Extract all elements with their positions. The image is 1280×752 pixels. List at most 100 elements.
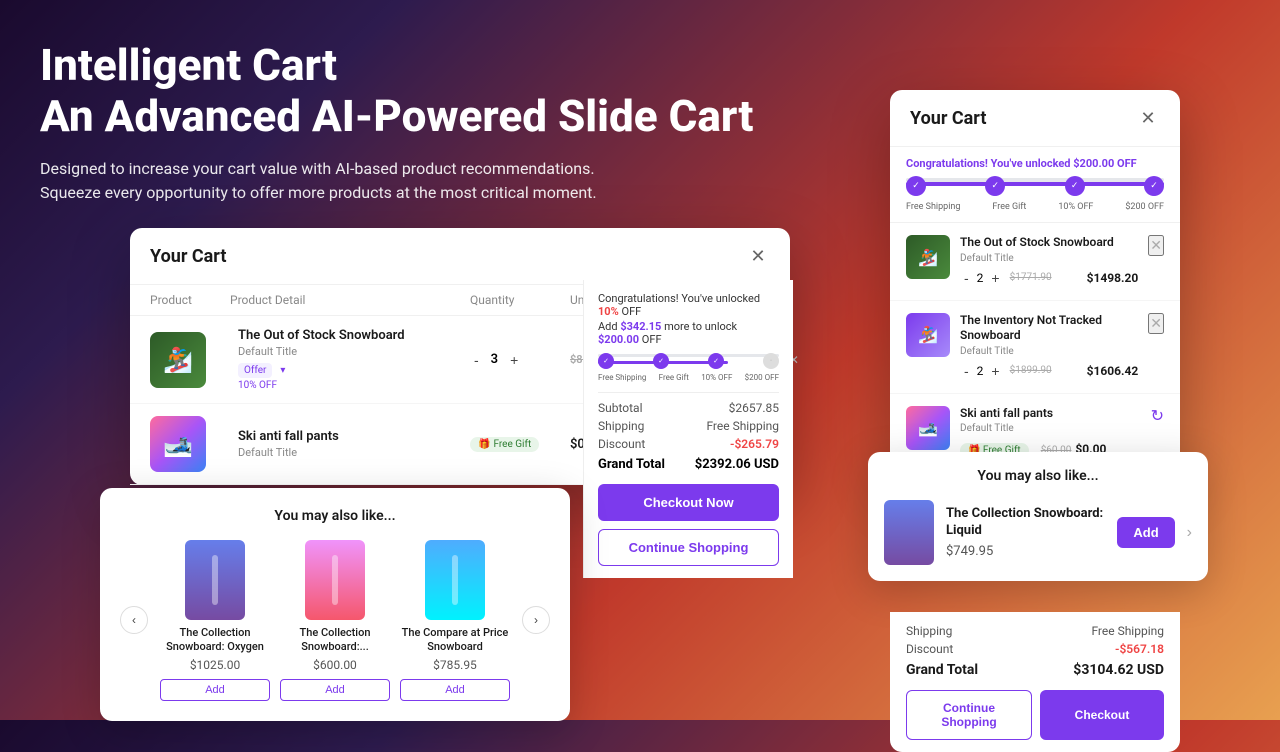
recommendations-main: You may also like... ‹ The Collection Sn… [100,488,570,721]
r-prog-label-1: Free Shipping [906,202,960,212]
cart-right-item-2: 🏂 The Inventory Not Tracked Snowboard De… [890,301,1180,394]
cart-right-item-1-remove[interactable]: ✕ [1148,235,1164,256]
cart-right-item-1-variant: Default Title [960,253,1138,264]
summary-discount: Discount -$265.79 [598,437,779,451]
cart-right-item-2-info: The Inventory Not Tracked Snowboard Defa… [960,313,1138,381]
cart-main-close-button[interactable]: ✕ [746,244,770,268]
grand-total-val: $2392.06 USD [695,457,779,472]
prog-icon-2: ✓ [653,353,669,369]
cart-right-item-1-increase[interactable]: + [987,268,1003,288]
right-grand-total: Grand Total $3104.62 USD [906,662,1164,678]
rec-main-title: You may also like... [120,508,550,524]
rec-right-title: You may also like... [884,468,1192,484]
discount-label: Discount [598,437,645,451]
unlock-off: OFF [622,305,642,318]
cart-right-item-3-name: Ski anti fall pants [960,406,1141,422]
r-prog-label-2: Free Gift [992,202,1026,212]
cart-right-panel: Your Cart ✕ Congratulations! You've unlo… [890,90,1180,471]
item-2-detail: Ski anti fall pants Default Title [230,429,470,459]
cart-right-close-button[interactable]: ✕ [1136,106,1160,130]
rec-prev-button[interactable]: ‹ [120,606,148,634]
cart-right-progress: Congratulations! You've unlocked $200.00… [890,147,1180,223]
item-2-qty-control: 🎁 Free Gift [470,437,570,452]
item-1-variant: Default Title [238,345,470,358]
add-more-message: Add $342.15 more to unlock $200.00 OFF [598,320,779,346]
prog-icon-r-4: ✓ [1144,176,1164,196]
grand-total-label: Grand Total [598,457,665,472]
cart-right-item-2-qty-price: - 2 + $1899.90 $1606.42 [960,361,1138,381]
unlock-200: $200.00 [598,333,639,346]
rec-product-3: The Compare at Price Snowboard $785.95 A… [400,540,510,701]
progress-icons: ✓ ✓ ✓ ✓ [906,176,1164,196]
cart-right-item-1-name: The Out of Stock Snowboard [960,235,1138,251]
right-summary-shipping: Shipping Free Shipping [906,624,1164,638]
rec-product-1-price: $1025.00 [160,658,270,672]
hero-subtitle: Designed to increase your cart value wit… [40,157,753,205]
rec-right-next-button[interactable]: › [1187,524,1192,542]
progress-message: Congratulations! You've unlocked $200.00… [906,157,1164,170]
right-grand-total-label: Grand Total [906,662,978,678]
cart-right-item-1-info: The Out of Stock Snowboard Default Title… [960,235,1138,288]
progress-labels: Free Shipping Free Gift 10% OFF $200 OFF [906,202,1164,212]
cart-right-item-2-name: The Inventory Not Tracked Snowboard [960,313,1138,344]
cart-right-title: Your Cart [910,108,986,129]
unlock-percentage: 10% [598,305,619,318]
rec-product-3-add-button[interactable]: Add [400,679,510,701]
prog-icon-r-2: ✓ [985,176,1005,196]
rec-product-2-add-button[interactable]: Add [280,679,390,701]
item-2-free-gift-badge: 🎁 Free Gift [470,437,539,452]
rec-next-button[interactable]: › [522,606,550,634]
cart-right-item-1-orig-price: $1771.90 [1010,272,1052,283]
col-detail: Product Detail [230,293,470,307]
summary-divider [598,392,779,393]
checkout-now-button[interactable]: Checkout Now [598,484,779,521]
cart-right-item-2-qty: - 2 + [960,361,1004,381]
cart-right-item-2-price: $1606.42 [1087,364,1139,378]
continue-shopping-button-main[interactable]: Continue Shopping [598,529,779,566]
add-amount: $342.15 [620,320,661,333]
unlock-message: Congratulations! You've unlocked 10% OFF [598,292,779,318]
right-summary-discount: Discount -$567.18 [906,642,1164,656]
subtotal-val: $2657.85 [729,401,779,415]
rec-product-1-add-button[interactable]: Add [160,679,270,701]
hero-section: Intelligent CartAn Advanced AI-Powered S… [40,40,753,205]
right-discount-val: -$567.18 [1115,642,1164,656]
summary-shipping: Shipping Free Shipping [598,419,779,433]
rec-product-2-price: $600.00 [280,658,390,672]
mini-prog-labels: Free Shipping Free Gift 10% OFF $200 OFF [598,373,779,382]
prog-icon-r-3: ✓ [1065,176,1085,196]
cart-right-item-2-qty-val: 2 [977,364,984,378]
cart-right-item-1-decrease[interactable]: - [960,268,973,288]
continue-shopping-button-right[interactable]: Continue Shopping [906,690,1032,740]
cart-right-item-1: 🏂 The Out of Stock Snowboard Default Tit… [890,223,1180,301]
item-1-offer-arrow: ▾ [280,365,285,376]
prog-icon-4: · [763,353,779,369]
cart-main-title: Your Cart [150,246,226,267]
item-1-name: The Out of Stock Snowboard [238,328,470,343]
item-1-qty-decrease[interactable]: - [470,350,483,370]
rec-product-3-price: $785.95 [400,658,510,672]
cart-right-item-2-increase[interactable]: + [987,361,1003,381]
progress-amount: $200.00 [1073,157,1114,170]
rec-right-inner: The Collection Snowboard: Liquid $749.95… [884,500,1192,565]
rec-product-2: The Collection Snowboard:... $600.00 Add [280,540,390,701]
cart-right-item-1-qty: - 2 + [960,268,1004,288]
checkout-button-right[interactable]: Checkout [1040,690,1164,740]
rec-right-add-button[interactable]: Add [1117,517,1174,548]
rec-items-container: ‹ The Collection Snowboard: Oxygen $1025… [120,540,550,701]
cart-right-item-2-remove[interactable]: ✕ [1148,313,1164,334]
prog-label-3: 10% OFF [701,373,732,382]
item-1-qty-increase[interactable]: + [506,350,522,370]
rec-right-product-name: The Collection Snowboard: Liquid [946,506,1105,540]
col-product: Product [150,293,230,307]
cart-right-item-1-qty-val: 2 [977,271,984,285]
item-2-variant: Default Title [238,446,470,459]
rec-product-1: The Collection Snowboard: Oxygen $1025.0… [160,540,270,701]
cart-right-item-3-info: Ski anti fall pants Default Title 🎁 Free… [960,406,1141,459]
cart-right-item-2-decrease[interactable]: - [960,361,973,381]
rec-right-product-price: $749.95 [946,544,1105,559]
discount-val: -$265.79 [730,437,779,451]
right-grand-total-val: $3104.62 USD [1073,662,1164,678]
mini-progress-bar: ✓ ✓ ✓ · [598,354,779,369]
cart-right-item-3-refresh-icon[interactable]: ↻ [1151,406,1164,425]
